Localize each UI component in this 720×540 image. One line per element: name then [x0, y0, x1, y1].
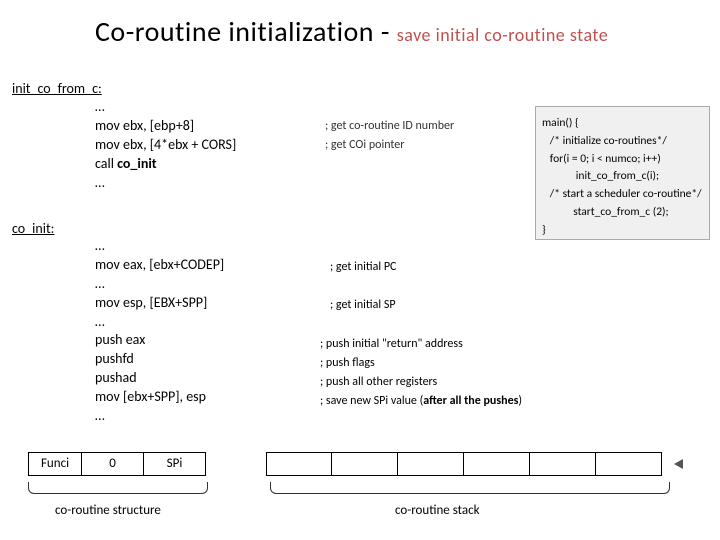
arrow-left-icon — [674, 459, 683, 469]
comments-block2a: ; get initial PC ; get initial SP — [330, 258, 396, 315]
title-main: Co-routine initialization - — [95, 14, 397, 49]
coroutine-diagram: Funci0SPi — [28, 452, 662, 476]
comments-block1: ; get co-routine ID number ; get COi poi… — [325, 117, 454, 155]
asm-block-co-init: … mov eax, [ebx+CODEP] … mov esp, [EBX+S… — [95, 237, 224, 426]
stack-cell — [530, 452, 596, 476]
cell-func: Funci — [28, 452, 82, 476]
asm-block-init-co-from-c: … mov ebx, [ebp+8] mov ebx, [4*ebx + COR… — [95, 98, 236, 192]
stack-cell — [398, 452, 464, 476]
title-sub: save initial co-routine state — [397, 24, 608, 46]
stack-cell — [332, 452, 398, 476]
comments-block2b: ; push initial "return" address ; push f… — [320, 335, 522, 411]
stack-cell — [266, 452, 332, 476]
stack-cell — [596, 452, 662, 476]
stack-cell — [464, 452, 530, 476]
brace-stack — [270, 482, 670, 494]
brace-label-stack: co-routine stack — [395, 503, 479, 518]
main-code-box: main() { /* initialize co-routines*/ for… — [535, 106, 710, 240]
label-init-co-from-c: init_co_from_c: — [12, 80, 102, 97]
label-co-init: co_init: — [12, 220, 54, 237]
brace-label-structure: co-routine structure — [55, 503, 161, 518]
cell-zero: 0 — [82, 452, 144, 476]
cell-spi: SPi — [144, 452, 206, 476]
brace-structure — [28, 482, 208, 494]
